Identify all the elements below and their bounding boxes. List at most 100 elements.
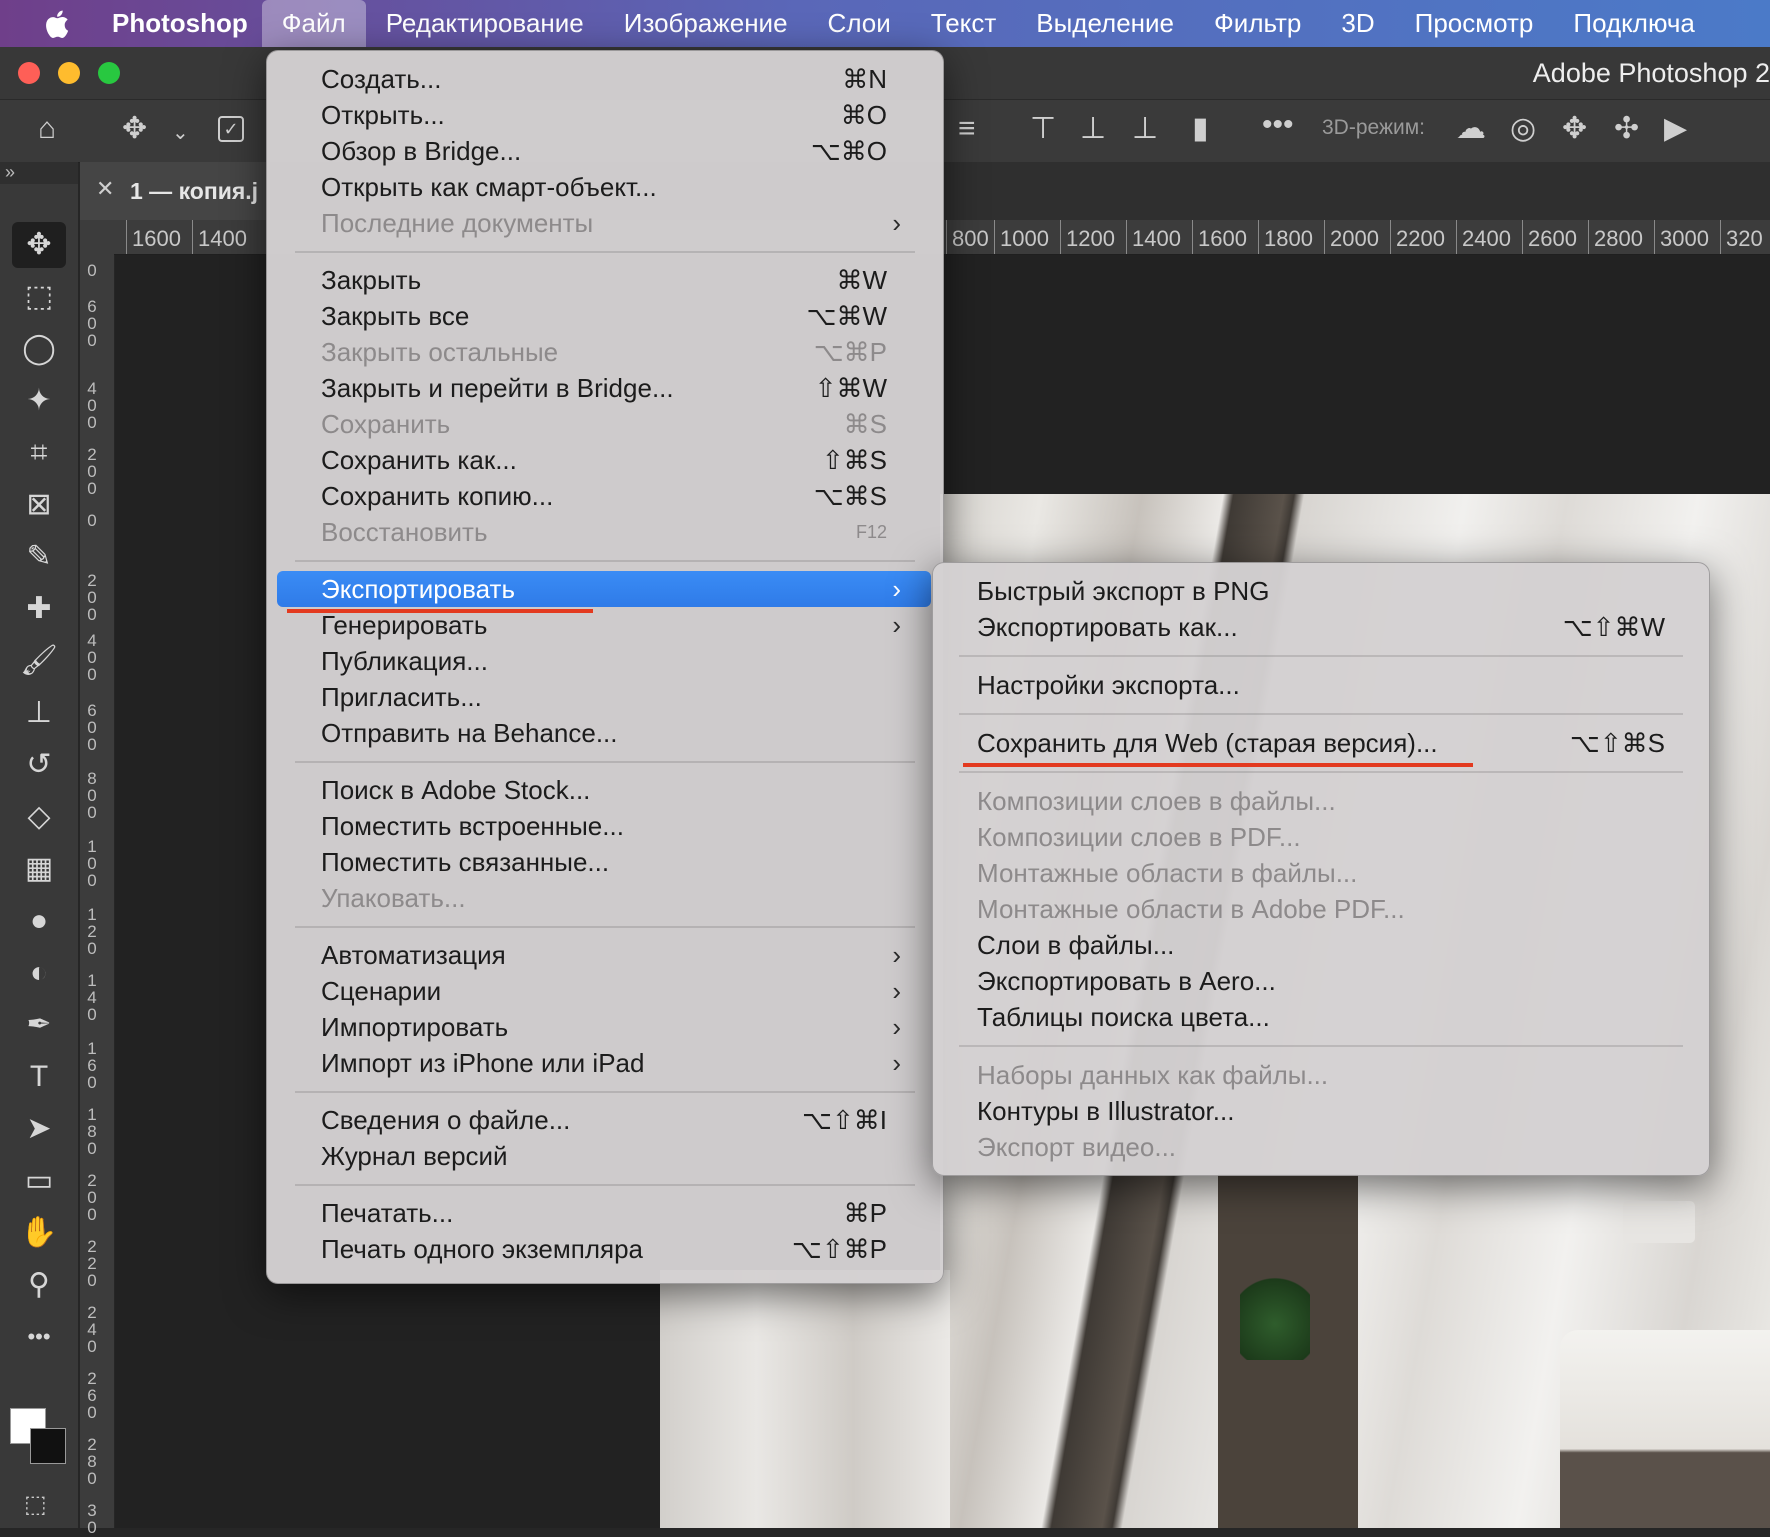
- blur-tool-icon[interactable]: ●: [12, 898, 66, 944]
- lasso-tool-icon[interactable]: ◯: [12, 326, 66, 372]
- ruler-tick: 1800: [1258, 220, 1313, 254]
- file-menu-item: Сохранить ⌘S: [277, 406, 931, 442]
- path-selection-tool-icon[interactable]: ➤: [12, 1106, 66, 1152]
- menu-file[interactable]: Файл: [261, 0, 366, 47]
- dodge-tool-icon[interactable]: ◐: [12, 950, 66, 996]
- align-top-icon[interactable]: ⊤: [1030, 114, 1056, 144]
- align-middle-icon[interactable]: ⊥: [1080, 114, 1106, 144]
- file-menu-item[interactable]: Импорт из iPhone или iPad ›: [277, 1045, 931, 1081]
- hand-tool-icon[interactable]: ✋: [12, 1210, 66, 1256]
- clone-stamp-tool-icon[interactable]: ⊥: [12, 690, 66, 736]
- menu-select[interactable]: Выделение: [1016, 0, 1194, 47]
- 3d-camera-icon[interactable]: ▶: [1664, 114, 1687, 144]
- file-menu-item[interactable]: Экспортировать ›: [277, 571, 931, 607]
- eraser-tool-icon[interactable]: ◇: [12, 794, 66, 840]
- file-menu-item-label: Отправить на Behance...: [321, 718, 618, 748]
- background-color-swatch[interactable]: [30, 1428, 66, 1464]
- file-menu-item[interactable]: Закрыть ⌘W: [277, 262, 931, 298]
- more-options-icon[interactable]: •••: [1262, 110, 1294, 140]
- file-menu-item[interactable]: Сведения о файле... ⌥⇧⌘I: [277, 1102, 931, 1138]
- file-menu-item[interactable]: Автоматизация ›: [277, 937, 931, 973]
- export-menu-item[interactable]: Экспортировать как... ⌥⇧⌘W: [943, 609, 1699, 645]
- export-menu-item[interactable]: Быстрый экспорт в PNG: [943, 573, 1699, 609]
- menu-3d[interactable]: 3D: [1321, 0, 1394, 47]
- vertical-ruler-tick: 200: [87, 571, 97, 624]
- menu-view[interactable]: Просмотр: [1395, 0, 1554, 47]
- file-menu-item[interactable]: Закрыть и перейти в Bridge... ⇧⌘W: [277, 370, 931, 406]
- file-menu-item[interactable]: Поиск в Adobe Stock...: [277, 772, 931, 808]
- menu-edit[interactable]: Редактирование: [366, 0, 604, 47]
- rectangle-tool-icon[interactable]: ▭: [12, 1158, 66, 1204]
- file-menu-item[interactable]: Открыть... ⌘O: [277, 97, 931, 133]
- export-menu-item[interactable]: Настройки экспорта...: [943, 667, 1699, 703]
- 3d-orbit-icon[interactable]: ☁: [1456, 114, 1486, 144]
- close-tab-icon[interactable]: ✕: [96, 176, 114, 202]
- export-menu-item[interactable]: Таблицы поиска цвета...: [943, 999, 1699, 1035]
- eyedropper-tool-icon[interactable]: ✎: [12, 534, 66, 580]
- ruler-tick: 1600: [126, 220, 181, 254]
- file-menu-item[interactable]: Публикация...: [277, 643, 931, 679]
- file-menu-item[interactable]: Сценарии ›: [277, 973, 931, 1009]
- 3d-roll-icon[interactable]: ◎: [1510, 114, 1536, 144]
- healing-brush-tool-icon[interactable]: ✚: [12, 586, 66, 632]
- file-menu-item-label: Экспортировать: [321, 574, 515, 604]
- close-window-button[interactable]: [18, 62, 40, 84]
- distribute-icon[interactable]: ▮: [1192, 114, 1209, 144]
- move-options-icon[interactable]: ✥: [122, 114, 147, 144]
- brush-tool-icon[interactable]: 🖌: [12, 638, 66, 684]
- file-menu-item[interactable]: Закрыть все ⌥⌘W: [277, 298, 931, 334]
- zoom-window-button[interactable]: [98, 62, 120, 84]
- file-menu-item[interactable]: Пригласить...: [277, 679, 931, 715]
- file-menu-item[interactable]: Сохранить как... ⇧⌘S: [277, 442, 931, 478]
- export-menu-item[interactable]: Слои в файлы...: [943, 927, 1699, 963]
- align-bottom-icon[interactable]: ⊥: [1132, 114, 1158, 144]
- keyboard-shortcut: ⌘O: [840, 100, 887, 130]
- menu-plugins[interactable]: Подключа: [1553, 0, 1715, 47]
- auto-select-checkbox[interactable]: ✓: [218, 116, 244, 142]
- pen-tool-icon[interactable]: ✒: [12, 1002, 66, 1048]
- file-menu-item[interactable]: Поместить связанные...: [277, 844, 931, 880]
- zoom-tool-icon[interactable]: ⚲: [12, 1262, 66, 1308]
- apple-menu-icon[interactable]: [0, 0, 112, 47]
- frame-tool-icon[interactable]: ⊠: [12, 482, 66, 528]
- home-icon[interactable]: ⌂: [38, 114, 56, 144]
- crop-tool-icon[interactable]: ⌗: [12, 430, 66, 476]
- ruler-tick: 2400: [1456, 220, 1511, 254]
- quick-mask-icon[interactable]: ⬚: [24, 1490, 47, 1519]
- export-menu-item[interactable]: Сохранить для Web (старая версия)... ⌥⇧⌘S: [943, 725, 1699, 761]
- type-tool-icon[interactable]: T: [12, 1054, 66, 1100]
- file-menu-item[interactable]: Журнал версий: [277, 1138, 931, 1174]
- export-menu-item[interactable]: Экспортировать в Aero...: [943, 963, 1699, 999]
- file-menu-item[interactable]: Печать одного экземпляра ⌥⇧⌘P: [277, 1231, 931, 1267]
- file-menu-item[interactable]: Импортировать ›: [277, 1009, 931, 1045]
- file-menu-item[interactable]: Сохранить копию... ⌥⌘S: [277, 478, 931, 514]
- marquee-tool-icon[interactable]: ⬚: [12, 274, 66, 320]
- magic-wand-tool-icon[interactable]: ✦: [12, 378, 66, 424]
- file-menu-item[interactable]: Отправить на Behance...: [277, 715, 931, 751]
- document-tab[interactable]: ✕ 1 — копия.j: [80, 162, 270, 220]
- menu-app-name[interactable]: Photoshop: [112, 0, 262, 47]
- export-menu-item[interactable]: Контуры в Illustrator...: [943, 1093, 1699, 1129]
- mores-tool-icon[interactable]: •••: [12, 1314, 66, 1360]
- move-tool-icon[interactable]: ✥: [12, 222, 66, 268]
- file-menu-item[interactable]: Открыть как смарт-объект...: [277, 169, 931, 205]
- 3d-pan-icon[interactable]: ✥: [1562, 114, 1587, 144]
- menu-filter[interactable]: Фильтр: [1194, 0, 1321, 47]
- menu-image[interactable]: Изображение: [604, 0, 808, 47]
- file-menu-item[interactable]: Печатать... ⌘P: [277, 1195, 931, 1231]
- menu-type[interactable]: Текст: [911, 0, 1016, 47]
- align-center-icon[interactable]: ≡: [958, 114, 976, 144]
- history-brush-tool-icon[interactable]: ↺: [12, 742, 66, 788]
- 3d-slide-icon[interactable]: ✣: [1614, 114, 1639, 144]
- chevron-down-icon[interactable]: ⌄: [172, 118, 189, 148]
- minimize-window-button[interactable]: [58, 62, 80, 84]
- keyboard-shortcut: F12: [855, 522, 887, 542]
- panel-collapse-icon[interactable]: »: [0, 162, 78, 184]
- keyboard-shortcut: ⌥⌘W: [806, 301, 887, 331]
- menu-layers[interactable]: Слои: [808, 0, 911, 47]
- vertical-ruler-tick: 0: [87, 261, 97, 280]
- file-menu-item[interactable]: Создать... ⌘N: [277, 61, 931, 97]
- file-menu-item[interactable]: Обзор в Bridge... ⌥⌘O: [277, 133, 931, 169]
- gradient-tool-icon[interactable]: ▦: [12, 846, 66, 892]
- file-menu-item[interactable]: Поместить встроенные...: [277, 808, 931, 844]
